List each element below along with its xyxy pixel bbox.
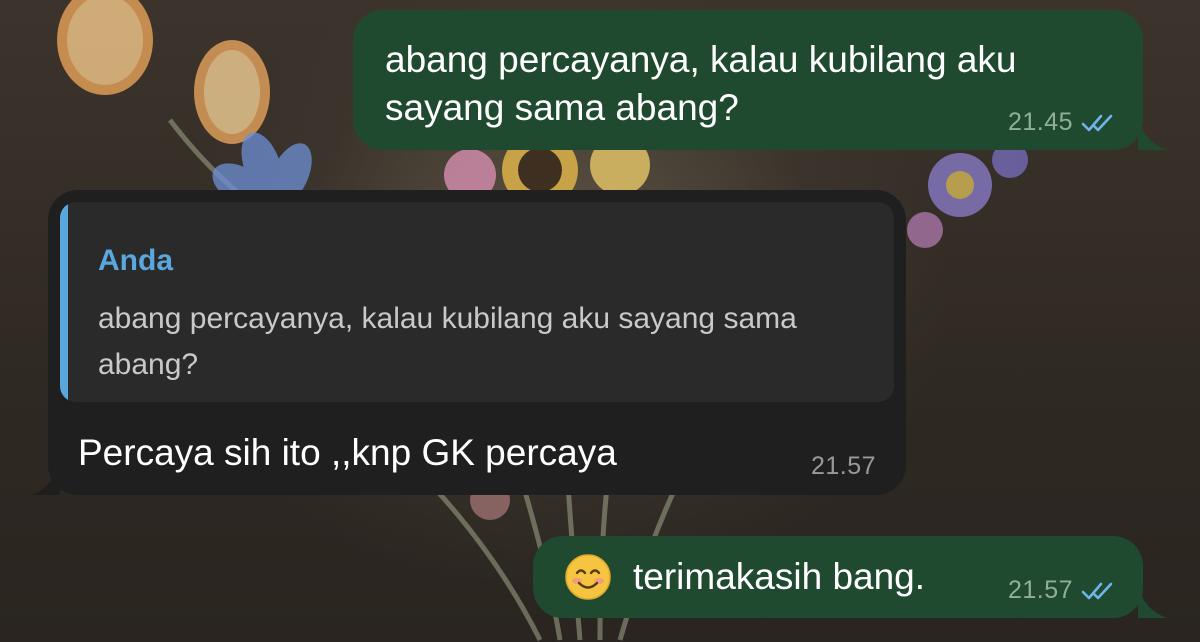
- bubble-tail: [1138, 120, 1168, 150]
- outgoing-message-bubble[interactable]: abang percayanya, kalau kubilang aku say…: [353, 10, 1143, 150]
- read-double-check-icon: [1081, 114, 1113, 131]
- smiling-face-icon: [565, 554, 611, 600]
- reply-accent-bar: [60, 202, 68, 402]
- message-meta: 21.57: [1008, 576, 1115, 605]
- incoming-message-bubble[interactable]: Anda abang percayanya, kalau kubilang ak…: [48, 190, 906, 495]
- outgoing-message-bubble[interactable]: terimakasih bang. 21.57: [533, 536, 1143, 618]
- reply-quote[interactable]: Anda abang percayanya, kalau kubilang ak…: [60, 202, 894, 402]
- message-meta: 21.45: [1008, 108, 1115, 137]
- message-time: 21.57: [810, 452, 876, 480]
- message-meta: 21.57: [811, 452, 876, 481]
- reply-text: abang percayanya, kalau kubilang aku say…: [98, 302, 797, 381]
- message-text: abang percayanya, kalau kubilang aku say…: [385, 39, 1017, 128]
- message-text: terimakasih bang.: [633, 556, 926, 597]
- bubble-tail: [1138, 588, 1168, 618]
- message-time: 21.57: [1007, 576, 1073, 604]
- message-text: Percaya sih ito ,,knp GK percaya: [78, 432, 617, 473]
- read-double-check-icon: [1081, 582, 1113, 599]
- reply-author: Anda: [98, 244, 173, 277]
- bubble-tail: [30, 465, 60, 495]
- message-time: 21.45: [1007, 108, 1073, 136]
